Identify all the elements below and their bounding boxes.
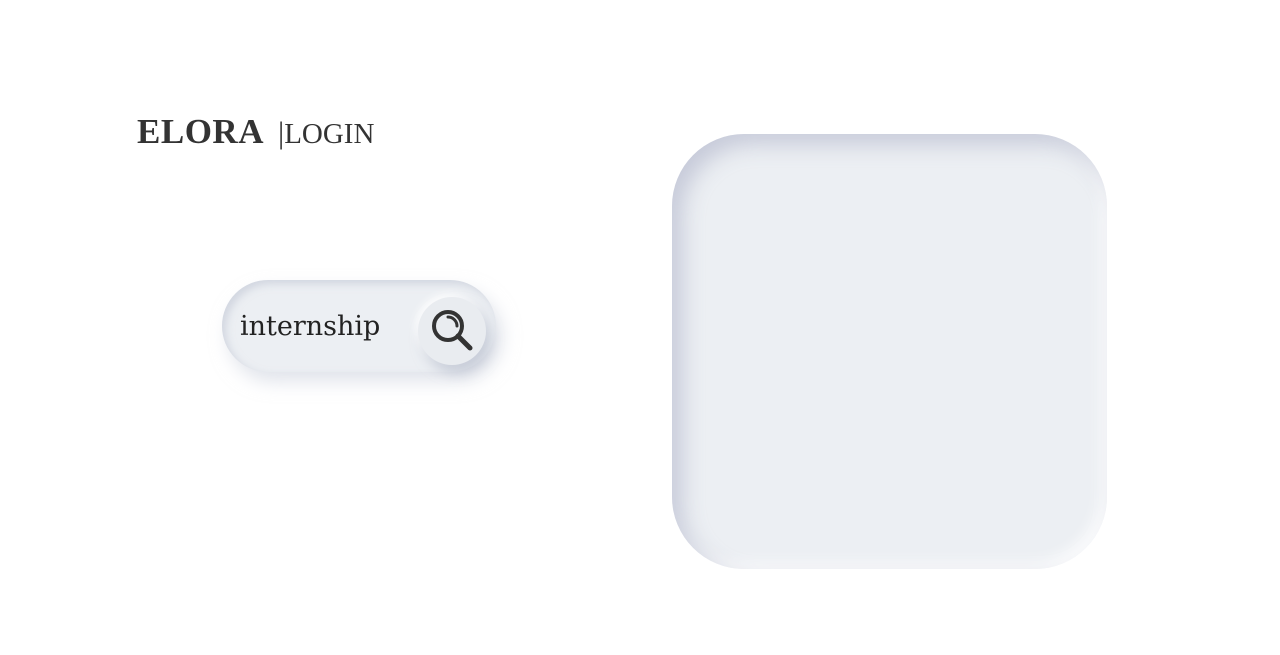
search-input[interactable]: [240, 302, 410, 350]
header-brand: ELORA | LOGIN: [137, 112, 374, 152]
search-button[interactable]: [418, 297, 486, 365]
search-bar: [222, 280, 496, 372]
page: ELORA | LOGIN: [0, 0, 1280, 655]
content-panel: [672, 134, 1107, 569]
login-link[interactable]: LOGIN: [284, 118, 374, 151]
brand-logo: ELORA: [137, 112, 264, 151]
search-icon: [427, 306, 477, 356]
